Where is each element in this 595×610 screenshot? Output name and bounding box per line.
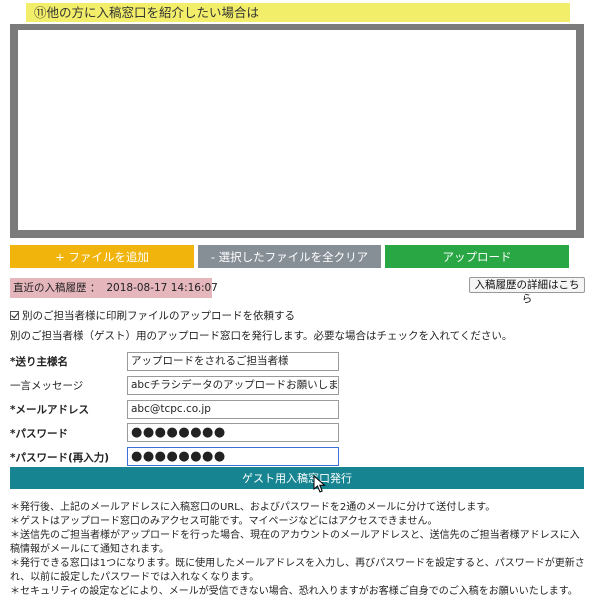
note-item: ＊発行後、上記のメールアドレスに入稿窓口のURL、およびパスワードを2通のメール… bbox=[10, 502, 496, 513]
sender-name-label: *送り主様名 bbox=[10, 356, 68, 368]
mouse-pointer-icon bbox=[313, 475, 326, 493]
notes-list: ＊発行後、上記のメールアドレスに入稿窓口のURL、およびパスワードを2通のメール… bbox=[10, 501, 588, 599]
password-confirm-label: *パスワード(再入力) bbox=[10, 452, 110, 464]
password-label: *パスワード bbox=[10, 428, 68, 440]
recent-upload-label: 直近の入稿履歴 ： bbox=[13, 282, 101, 294]
password-masked-value: ●●●●●●●● bbox=[131, 425, 226, 440]
email-field[interactable]: abc@tcpc.co.jp bbox=[127, 400, 339, 419]
history-details-button[interactable]: 入稿履歴の詳細はこちら bbox=[469, 277, 585, 305]
guest-window-description: 別のご担当者様（ゲスト）用のアップロード窓口を発行します。必要な場合はチェックを… bbox=[10, 330, 513, 342]
file-drop-zone[interactable] bbox=[10, 24, 584, 238]
password-confirm-field[interactable]: ●●●●●●●● bbox=[127, 447, 339, 466]
recent-upload-history: 直近の入稿履歴 ： 2018-08-17 14:16:07 bbox=[10, 278, 218, 298]
note-item: ＊送信先のご担当者様がアップロードを行った場合、現在のアカウントのメールアドレス… bbox=[10, 530, 580, 555]
upload-button[interactable]: アップロード bbox=[385, 245, 569, 268]
request-upload-checkbox-label: 別のご担当者様に印刷ファイルのアップロードを依頼する bbox=[22, 310, 295, 322]
note-item: ＊ゲストはアップロード窓口のみアクセス可能です。マイページなどにはアクセスできま… bbox=[10, 516, 438, 527]
clear-selected-files-button[interactable]: - 選択したファイルを全クリア bbox=[198, 245, 381, 268]
recent-upload-timestamp: 2018-08-17 14:16:07 bbox=[106, 282, 218, 294]
message-field[interactable]: abcチラシデータのアップロードお願いします bbox=[127, 376, 339, 395]
add-file-button[interactable]: + ファイルを追加 bbox=[10, 245, 194, 268]
message-label: 一言メッセージ bbox=[10, 380, 84, 392]
sender-name-field[interactable]: アップロードをされるご担当者様 bbox=[127, 352, 339, 371]
note-item: ＊セキュリティの設定などにより、メールが受信できない場合、恐れ入りますがお客様ご… bbox=[10, 586, 578, 597]
password-field[interactable]: ●●●●●●●● bbox=[127, 423, 339, 442]
request-upload-checkbox-row[interactable]: 別のご担当者様に印刷ファイルのアップロードを依頼する bbox=[10, 308, 295, 323]
section-title: ⑪他の方に入稿窓口を紹介したい場合は bbox=[26, 3, 570, 22]
request-upload-checkbox[interactable] bbox=[10, 311, 19, 320]
note-item: ＊発行できる窓口は1つになります。既に使用したメールアドレスを入力し、再びパスワ… bbox=[10, 558, 585, 583]
password-confirm-masked-value: ●●●●●●●● bbox=[131, 449, 226, 464]
email-label: *メールアドレス bbox=[10, 404, 89, 416]
issue-guest-window-button[interactable]: ゲスト用入稿窓口発行 bbox=[10, 467, 584, 489]
